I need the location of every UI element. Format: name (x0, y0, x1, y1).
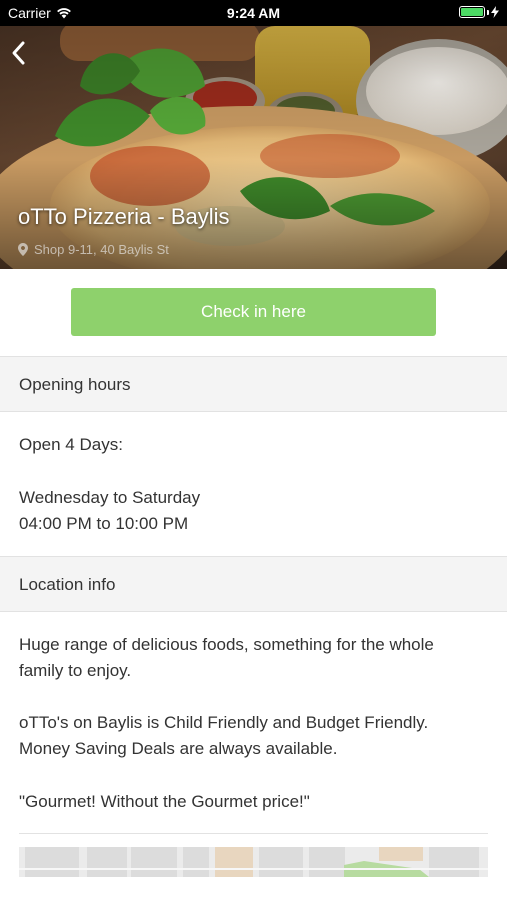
venue-address-text: Shop 9-11, 40 Baylis St (34, 242, 169, 257)
location-info-title: Location info (19, 575, 116, 594)
venue-title: oTTo Pizzeria - Baylis (18, 204, 230, 229)
pizza-photo (0, 26, 507, 269)
map-tiles (19, 847, 488, 877)
location-tagline: "Gourmet! Without the Gourmet price!" (19, 792, 310, 811)
location-description-line: Huge range of delicious foods, something… (19, 635, 434, 654)
venue-address: Shop 9-11, 40 Baylis St (18, 242, 169, 257)
battery-level (461, 8, 483, 16)
status-time: 9:24 AM (226, 5, 281, 21)
location-map[interactable] (19, 847, 488, 877)
location-pin-icon (18, 243, 28, 256)
check-in-button[interactable]: Check in here (71, 288, 436, 336)
location-description-line: Money Saving Deals are always available. (19, 739, 338, 758)
status-bar: Carrier 9:24 AM (0, 0, 507, 26)
battery-indicator (459, 6, 499, 18)
chevron-left-icon (12, 41, 25, 65)
divider (19, 833, 488, 834)
opening-days-range: Wednesday to Saturday (19, 488, 201, 507)
opening-time-range: 04:00 PM to 10:00 PM (19, 514, 189, 533)
opening-days-text: Open 4 Days: (19, 435, 123, 454)
screen: Carrier 9:24 AM oTTo Pizzeria - Baylis S… (0, 0, 507, 900)
battery-icon (459, 6, 485, 18)
venue-hero-image: oTTo Pizzeria - Baylis Shop 9-11, 40 Bay… (0, 26, 507, 269)
charging-bolt-icon (491, 6, 499, 18)
location-description-line: family to enjoy. (19, 661, 132, 680)
checkin-area: Check in here (0, 269, 507, 355)
location-description-line: oTTo's on Baylis is Child Friendly and B… (19, 713, 429, 732)
location-info-header: Location info (0, 556, 507, 612)
back-button[interactable] (6, 36, 38, 70)
opening-hours-title: Opening hours (19, 375, 131, 394)
opening-hours-header: Opening hours (0, 356, 507, 412)
